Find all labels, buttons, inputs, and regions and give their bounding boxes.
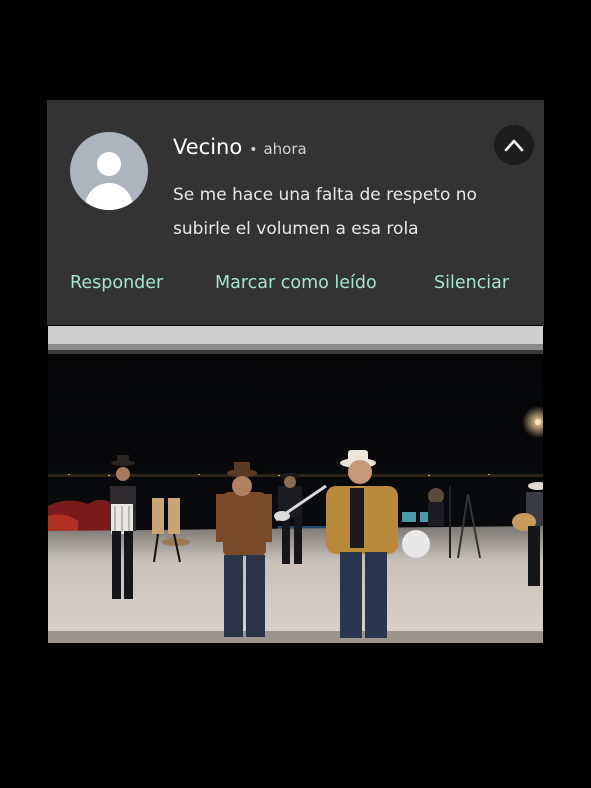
person-icon-body <box>85 183 133 210</box>
separator-dot: • <box>249 142 258 158</box>
timestamp: ahora <box>263 140 307 158</box>
concert-scene <box>48 326 543 643</box>
reply-button[interactable]: Responder <box>70 273 163 293</box>
screen: { "notification": { "sender": "Vecino", … <box>0 0 591 788</box>
notification-actions: Responder Marcar como leído Silenciar <box>47 273 544 303</box>
message-text: Se me hace una falta de respeto no subir… <box>173 185 477 239</box>
video-frame[interactable] <box>48 326 543 643</box>
avatar <box>70 132 148 210</box>
mark-as-read-button[interactable]: Marcar como leído <box>215 273 377 293</box>
person-icon <box>97 152 121 176</box>
chevron-up-icon <box>504 139 524 152</box>
notification-card[interactable]: Vecino • ahora Se me hace una falta de r… <box>47 100 544 325</box>
collapse-button[interactable] <box>494 125 534 165</box>
mute-button[interactable]: Silenciar <box>434 273 509 293</box>
sender-name: Vecino <box>173 135 243 159</box>
notification-header: Vecino • ahora <box>173 135 307 159</box>
